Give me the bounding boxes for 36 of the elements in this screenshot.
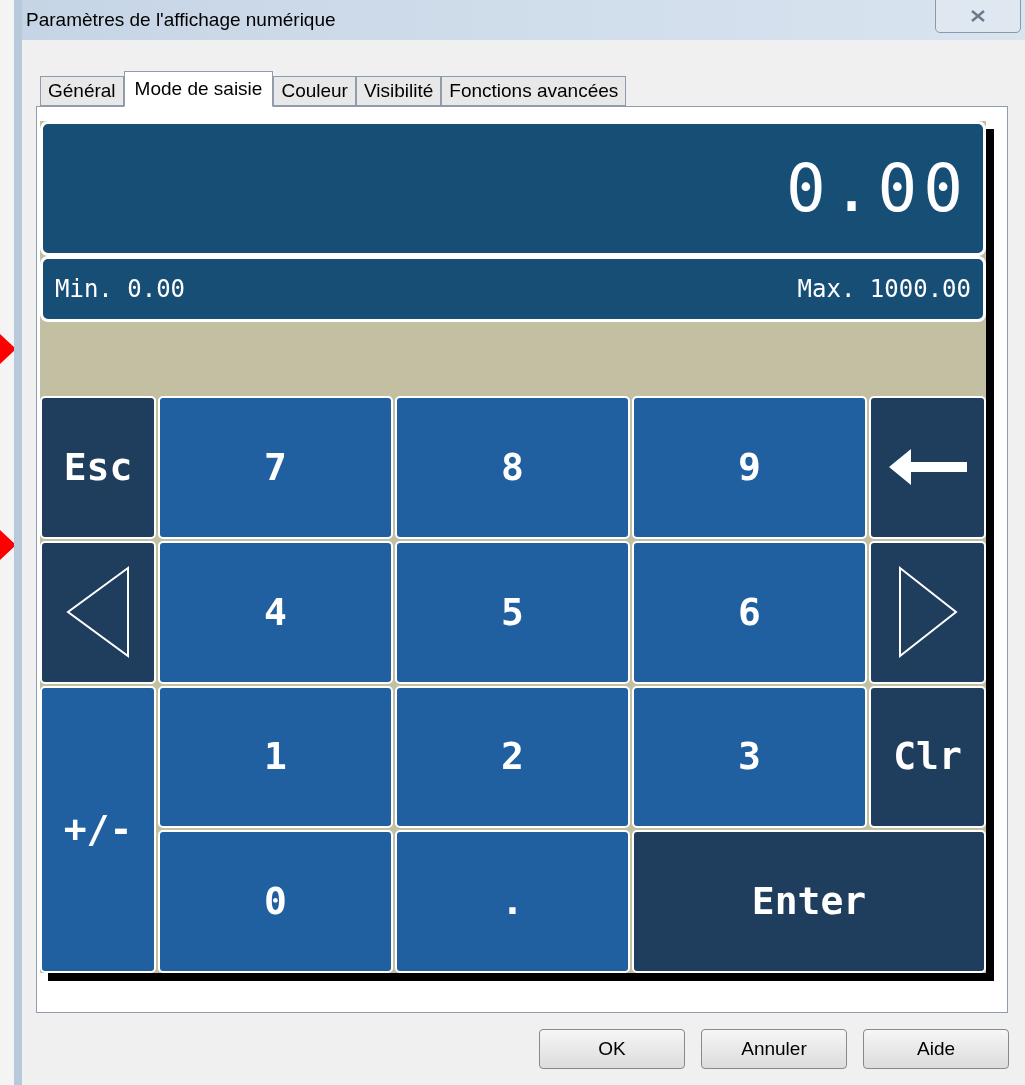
pointer-arrow-icon xyxy=(0,530,16,560)
key-button[interactable]: 0 xyxy=(158,830,393,973)
key-button[interactable]: . xyxy=(395,830,630,973)
tab[interactable]: Couleur xyxy=(273,76,356,106)
key-button[interactable]: +/- xyxy=(40,685,156,973)
dialog-button[interactable]: OK xyxy=(539,1029,685,1069)
key-button[interactable]: 9 xyxy=(632,396,867,539)
key-button[interactable]: Esc xyxy=(40,396,156,539)
dialog-button[interactable]: Annuler xyxy=(701,1029,847,1069)
left-triangle-icon xyxy=(66,566,130,659)
right-button[interactable] xyxy=(869,540,986,684)
min-value: Min. 0.00 xyxy=(55,274,186,305)
key-button[interactable]: 2 xyxy=(395,685,630,829)
dialog-button[interactable]: Aide xyxy=(863,1029,1009,1069)
left-button[interactable] xyxy=(40,540,156,684)
tab[interactable]: Fonctions avancées xyxy=(441,76,627,106)
right-triangle-icon xyxy=(897,566,958,659)
key-button[interactable]: 3 xyxy=(632,685,867,829)
key-button[interactable]: Enter xyxy=(632,830,986,973)
key-button[interactable]: 1 xyxy=(158,685,393,829)
tab[interactable]: Visibilité xyxy=(355,76,442,106)
close-icon xyxy=(970,10,986,22)
key-button[interactable]: Clr xyxy=(869,685,986,829)
key-button[interactable]: 6 xyxy=(632,540,867,684)
key-button[interactable]: 8 xyxy=(395,396,630,539)
key-button[interactable]: 5 xyxy=(395,540,630,684)
tab[interactable]: Mode de saisie xyxy=(123,71,274,107)
tab[interactable]: Général xyxy=(40,76,124,106)
key-button[interactable]: 7 xyxy=(158,396,393,539)
max-value: Max. 1000.00 xyxy=(797,274,971,305)
key-button[interactable]: 4 xyxy=(158,540,393,684)
display-value: 0.00 xyxy=(786,149,969,229)
left-arrow-icon xyxy=(888,449,967,486)
pointer-arrow-icon xyxy=(0,334,16,364)
window-title: Paramètres de l'affichage numérique xyxy=(26,7,336,32)
backspace-button[interactable] xyxy=(869,396,986,539)
